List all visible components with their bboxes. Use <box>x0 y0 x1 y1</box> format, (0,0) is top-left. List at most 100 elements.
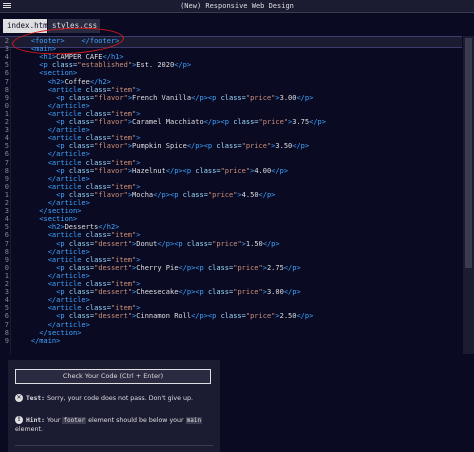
code-token: </p> <box>296 93 314 102</box>
top-bar: (New) Responsive Web Design <box>0 0 474 13</box>
code-token: > <box>136 158 141 167</box>
code-token: "flavor" <box>94 190 128 199</box>
code-token: "price" <box>258 118 289 126</box>
code-token: <article <box>47 231 86 240</box>
code-token: <p <box>56 288 69 297</box>
code-line[interactable]: 9 </main> <box>0 337 462 347</box>
code-token: "item" <box>110 255 137 264</box>
scrollbar-thumb[interactable] <box>465 38 472 268</box>
code-token: <article <box>47 134 86 143</box>
window-title: (New) Responsive Web Design <box>180 2 294 10</box>
code-token: </article> <box>47 320 90 329</box>
code-token: class= <box>51 61 78 70</box>
code-token: class= <box>85 158 111 167</box>
code-token: Cherry Pie <box>136 263 179 272</box>
code-token: </article> <box>47 271 90 280</box>
code-token: 4.00 <box>254 166 272 175</box>
code-token: </p> <box>309 118 326 126</box>
code-token: class= <box>186 239 213 248</box>
code-token: <article <box>47 158 86 167</box>
code-token: "item" <box>110 134 137 143</box>
code-token: > <box>136 85 141 94</box>
code-token: class= <box>220 312 246 321</box>
code-token: "established" <box>77 61 133 70</box>
code-token: </h2> <box>98 223 120 232</box>
code-token: <p <box>56 190 69 199</box>
code-token: 3.00 <box>279 93 297 102</box>
lightbulb-icon: ! <box>15 416 23 424</box>
code-token: <section> <box>39 215 78 224</box>
code-token: class= <box>68 263 95 272</box>
code-token: <p <box>56 118 69 126</box>
code-token: <p <box>39 61 52 70</box>
code-token: class= <box>182 190 208 199</box>
code-token: Caramel Macchiato <box>132 118 204 126</box>
code-token: CAMPER CAFE <box>56 53 103 62</box>
code-token: 4.50 <box>241 190 259 199</box>
code-token: </p> <box>271 166 289 175</box>
code-token: "price" <box>233 263 263 272</box>
code-token: class= <box>85 85 111 94</box>
code-token: </article> <box>47 199 90 207</box>
code-token: Hazelnut <box>132 166 166 175</box>
code-editor[interactable]: 2 <footer> </footer> 3 <main> 4 <h1>CAMPER… <box>0 36 462 354</box>
code-token: </p> <box>283 288 301 297</box>
hint-code-main: main <box>185 417 203 424</box>
code-token: 2.75 <box>266 263 284 272</box>
code-token: "dessert" <box>94 239 133 248</box>
editor-scrollbar[interactable] <box>463 36 474 354</box>
check-code-button[interactable]: Check Your Code (Ctrl + Enter) <box>15 369 211 384</box>
code-token: Donut <box>136 239 158 248</box>
code-token: Cinnamon Roll <box>136 312 192 321</box>
code-token: </p><p <box>203 118 234 126</box>
close-circle-icon: ✕ <box>15 394 23 402</box>
code-token: "price" <box>241 142 272 151</box>
code-token: class= <box>68 142 95 151</box>
code-token: French Vanilla <box>132 93 192 102</box>
code-token: <p <box>56 312 69 321</box>
code-token: class= <box>85 231 111 240</box>
code-token: 3.00 <box>266 288 284 297</box>
code-token: "dessert" <box>94 312 133 321</box>
code-token: <h2> <box>47 223 65 232</box>
test-label: Test: <box>26 395 45 402</box>
code-token: </article> <box>47 101 90 110</box>
code-token: "item" <box>110 231 137 240</box>
code-token: </p><p <box>191 93 221 102</box>
code-token: </p><p <box>165 166 196 175</box>
code-token: </p><p <box>153 190 183 199</box>
code-token: "item" <box>110 109 137 118</box>
code-token: "price" <box>233 288 263 297</box>
code-token: class= <box>68 288 95 297</box>
code-token: class= <box>216 142 242 151</box>
code-token: </article> <box>47 174 90 183</box>
code-token: </p><p <box>186 142 217 151</box>
code-token: <article <box>47 182 86 191</box>
code-token: 2.50 <box>279 312 297 321</box>
code-token: <article <box>47 109 86 118</box>
menu-icon[interactable] <box>3 2 11 10</box>
code-token: </p><p <box>157 239 187 248</box>
code-token: class= <box>68 190 95 199</box>
code-token: "flavor" <box>94 142 128 151</box>
code-token: <article <box>47 255 86 264</box>
code-token: <p <box>56 166 69 175</box>
code-token: </main> <box>30 336 61 345</box>
code-token: </section> <box>39 207 82 216</box>
